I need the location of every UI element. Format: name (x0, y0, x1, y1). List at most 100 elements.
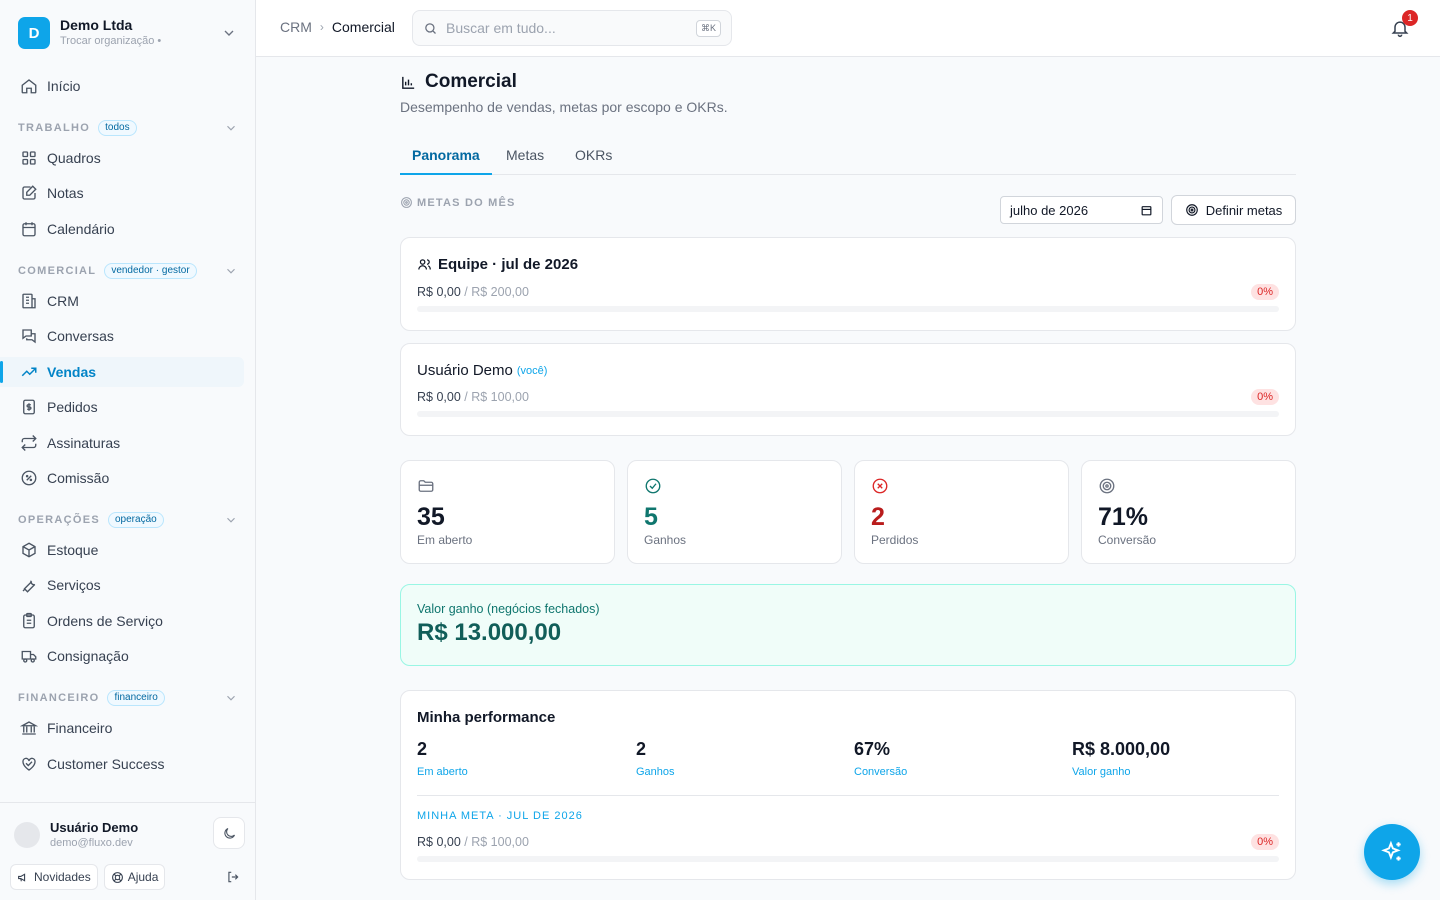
sidebar-item-label: Financeiro (47, 720, 113, 736)
user-goal-title: Usuário Demo (você) (417, 362, 547, 379)
check-circle-icon (645, 478, 661, 494)
team-goal-achieved: R$ 0,00 (417, 285, 461, 299)
user-goal-you-tag: (você) (516, 364, 548, 377)
section-financeiro[interactable]: FINANCEIRO financeiro (18, 689, 238, 707)
user-goal-percent: 0% (1251, 389, 1279, 405)
help-button[interactable]: Ajuda (103, 864, 166, 890)
sidebar-item-label: Serviços (47, 577, 101, 593)
performance-title: Minha performance (417, 709, 556, 726)
sidebar-item-label: Assinaturas (47, 435, 121, 451)
theme-toggle-button[interactable] (213, 817, 245, 849)
section-title: COMERCIAL (18, 265, 97, 277)
sidebar-item-label: Estoque (47, 542, 99, 558)
section-badge: vendedor · gestor (104, 263, 197, 279)
sidebar-item-calendar[interactable]: Calendário (0, 214, 244, 244)
stat-card-won: 5 Ganhos (627, 460, 842, 564)
trending-up-icon (21, 367, 37, 377)
grid-icon (22, 151, 36, 165)
ai-assistant-button[interactable] (1364, 824, 1420, 880)
sidebar-item-customer-success[interactable]: Customer Success (0, 749, 244, 779)
sidebar-item-boards[interactable]: Quadros (0, 143, 244, 173)
month-picker[interactable]: julho de 2026 (1000, 196, 1163, 224)
search-shortcut: ⌘K (695, 19, 721, 37)
sidebar-item-home[interactable]: Início (0, 71, 244, 101)
chat-icon (22, 329, 36, 344)
repeat-icon (21, 435, 37, 451)
logout-button[interactable] (221, 865, 245, 889)
section-trabalho[interactable]: TRABALHO todos (18, 119, 238, 137)
sidebar-item-orders[interactable]: Pedidos (0, 392, 244, 422)
performance-label: Valor ganho (1072, 766, 1131, 778)
performance-metric: 2 Ganhos (636, 739, 675, 778)
tab-okrs[interactable]: OKRs (575, 147, 612, 175)
performance-metric: 67% Conversão (854, 739, 907, 778)
performance-label: Conversão (854, 766, 908, 778)
page-title-text: Comercial (425, 71, 517, 92)
heart-handshake-icon (22, 757, 36, 771)
team-goal-progress (417, 306, 1279, 312)
news-button[interactable]: Novidades (10, 864, 98, 890)
topbar: CRM › Comercial Buscar em tudo... ⌘K 1 (256, 0, 1440, 57)
calendar-icon (22, 222, 36, 237)
sidebar-item-subscriptions[interactable]: Assinaturas (0, 428, 244, 458)
section-comercial[interactable]: COMERCIAL vendedor · gestor (18, 262, 238, 280)
tab-panorama[interactable]: Panorama (400, 147, 492, 175)
notification-badge: 1 (1402, 10, 1418, 26)
define-goals-label: Definir metas (1205, 202, 1283, 218)
user-card[interactable]: Usuário Demo demo@fluxo.dev (14, 819, 138, 851)
section-badge: financeiro (107, 690, 165, 706)
sidebar-item-crm[interactable]: CRM (0, 286, 244, 316)
stat-value: 2 (871, 503, 885, 531)
avatar (14, 822, 40, 848)
user-goal-amount: R$ 0,00 / R$ 100,00 (417, 390, 529, 404)
sidebar-item-label: Ordens de Serviço (47, 613, 163, 629)
search-placeholder: Buscar em tudo... (446, 20, 556, 36)
folder-icon (418, 480, 434, 492)
performance-value: 2 (417, 739, 428, 759)
user-goal-title-text: Usuário Demo (417, 362, 513, 379)
sidebar-item-consignment[interactable]: Consignação (0, 641, 244, 671)
performance-label: Ganhos (636, 766, 675, 778)
org-name: Demo Ltda (60, 17, 133, 33)
sidebar-item-label: Customer Success (47, 756, 165, 772)
breadcrumb-root[interactable]: CRM (280, 19, 312, 35)
news-label: Novidades (34, 870, 91, 884)
sidebar-item-services[interactable]: Serviços (0, 570, 244, 600)
stat-card-lost: 2 Perdidos (854, 460, 1069, 564)
my-goal-title: MINHA META · JUL DE 2026 (417, 810, 583, 822)
search-input[interactable]: Buscar em tudo... ⌘K (412, 10, 732, 46)
sidebar-item-sales[interactable]: Vendas (0, 357, 244, 387)
sidebar-item-finance[interactable]: Financeiro (0, 713, 244, 743)
define-goals-button[interactable]: Definir metas (1171, 195, 1296, 225)
sparkles-icon (1381, 840, 1401, 861)
chevron-down-icon (227, 125, 235, 131)
user-goal-achieved: R$ 0,00 (417, 390, 461, 404)
stat-label: Em aberto (417, 533, 473, 547)
performance-label: Em aberto (417, 766, 468, 778)
section-title: FINANCEIRO (18, 692, 100, 704)
home-icon (21, 79, 37, 94)
target-icon (1099, 478, 1115, 494)
chevron-right-icon: › (319, 20, 324, 34)
user-goal-progress (417, 411, 1279, 417)
sidebar-item-notes[interactable]: Notas (0, 178, 244, 208)
team-goal-amount: R$ 0,00 / R$ 200,00 (417, 285, 529, 299)
my-goal-amount: R$ 0,00 / R$ 100,00 (417, 835, 529, 849)
section-operacoes[interactable]: OPERAÇÕES operação (18, 511, 238, 529)
stat-value: 71% (1098, 503, 1149, 531)
stat-label: Conversão (1098, 533, 1157, 547)
x-circle-icon (872, 478, 888, 494)
stat-value: 35 (417, 503, 445, 531)
user-goal-target: / R$ 100,00 (464, 390, 529, 404)
breadcrumb-current: Comercial (331, 19, 395, 35)
page-title: Comercial (400, 71, 517, 93)
sidebar-item-commission[interactable]: Comissão (0, 463, 244, 493)
goals-section-title: METAS DO MÊS (400, 196, 516, 209)
org-switcher[interactable]: D Demo Ltda Trocar organização • (18, 16, 237, 50)
sidebar-item-stock[interactable]: Estoque (0, 535, 244, 565)
chevron-down-icon (224, 30, 234, 36)
user-goal-card: Usuário Demo (você) R$ 0,00 / R$ 100,00 … (400, 343, 1296, 436)
sidebar-item-conversations[interactable]: Conversas (0, 321, 244, 351)
tab-metas[interactable]: Metas (506, 147, 544, 175)
sidebar-item-service-orders[interactable]: Ordens de Serviço (0, 606, 244, 636)
